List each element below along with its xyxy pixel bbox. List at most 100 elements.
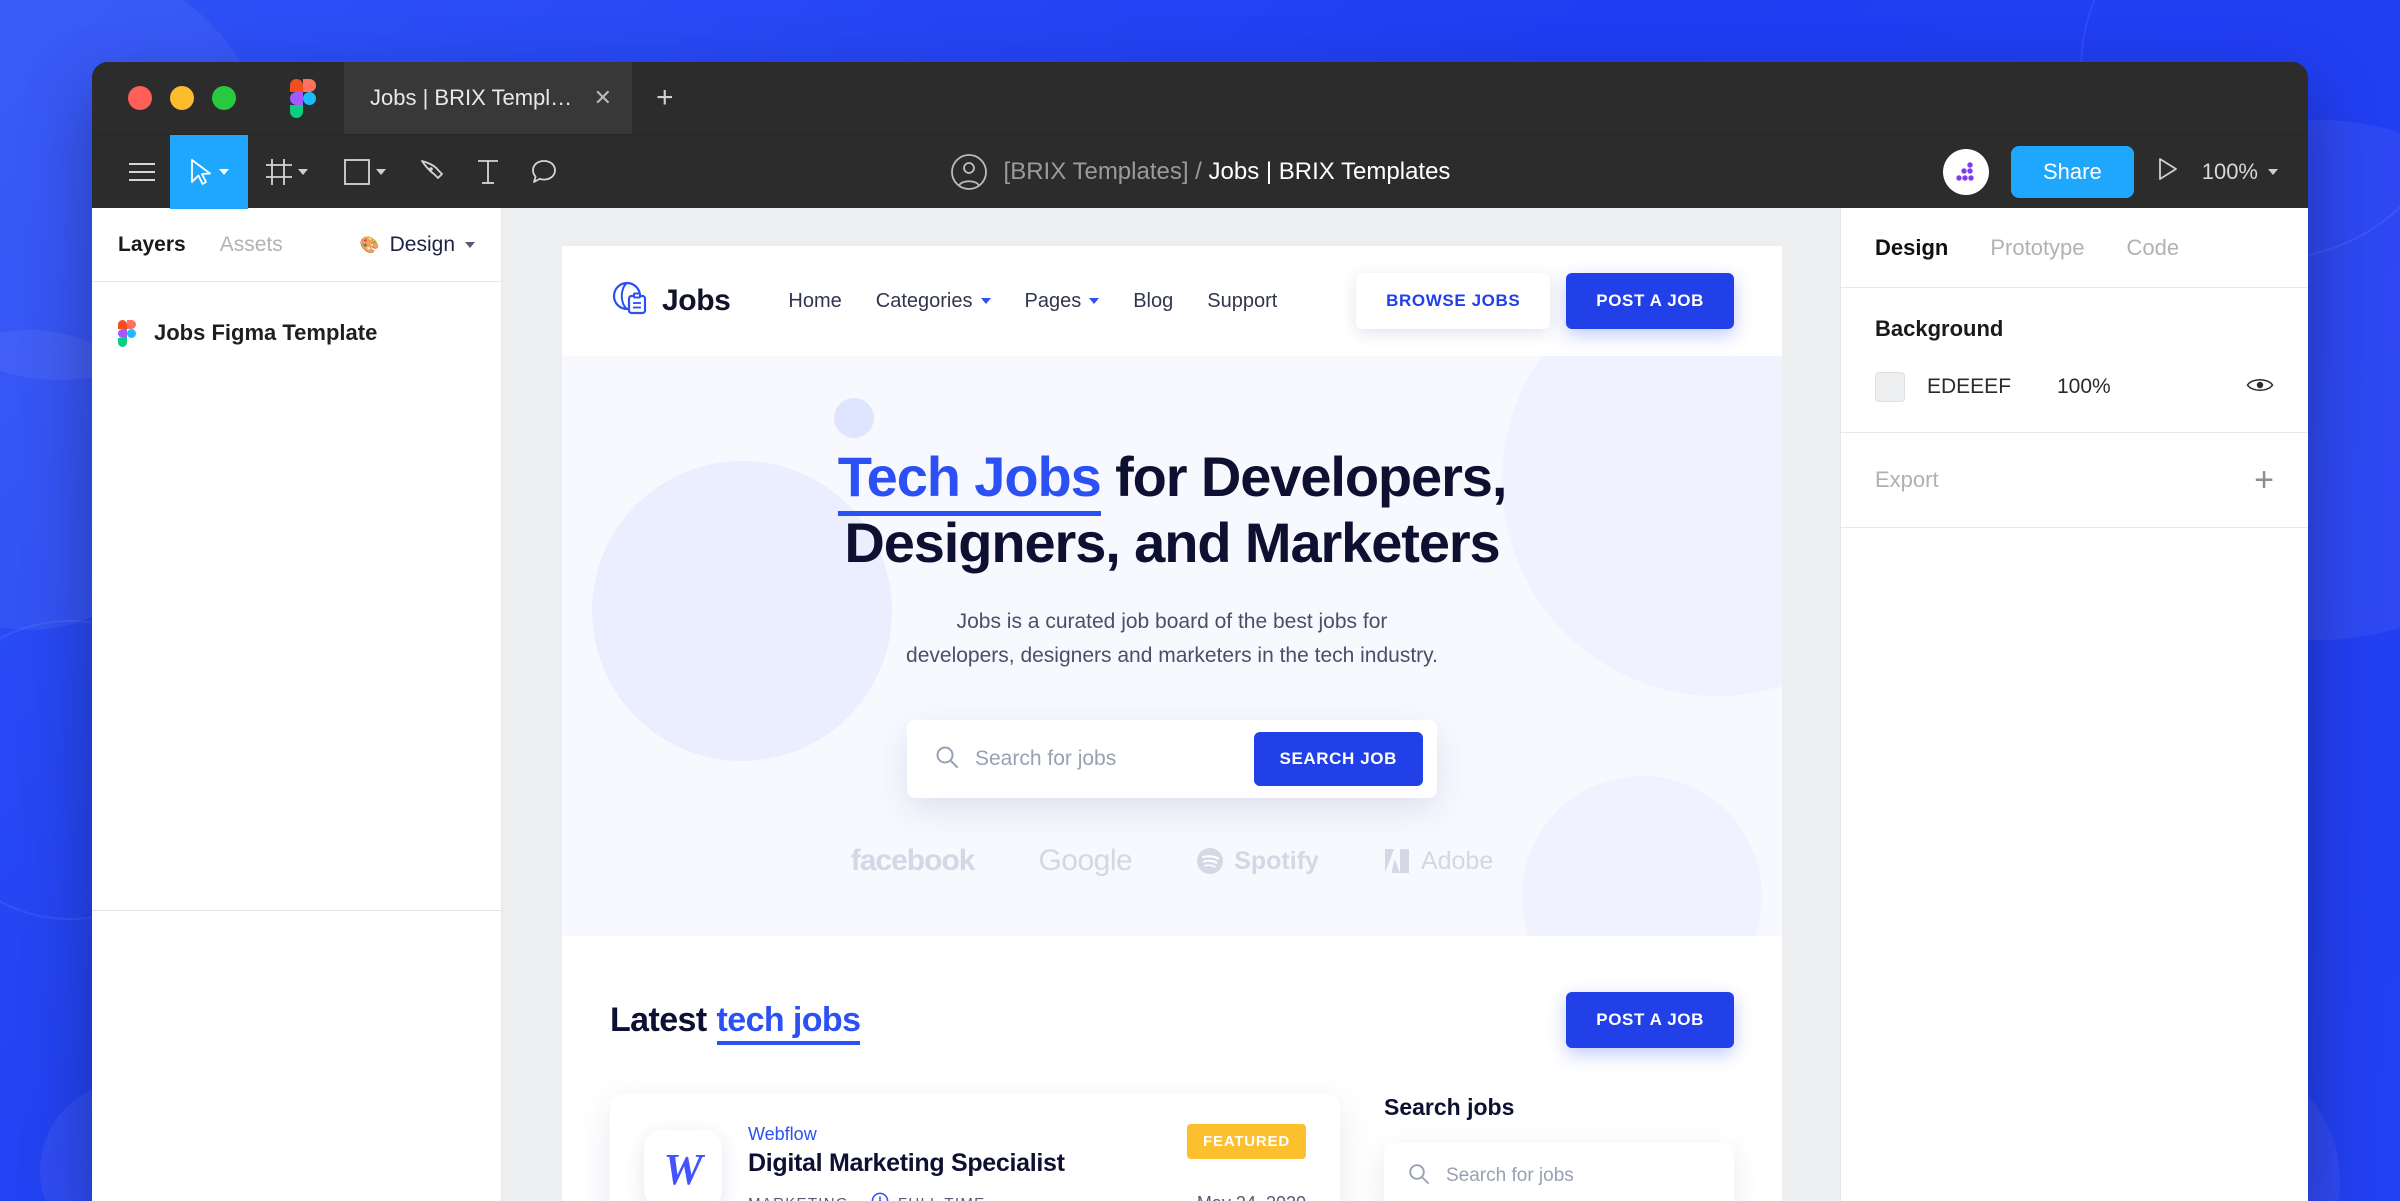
background-color-row: EDEEEF 100% — [1875, 372, 2274, 402]
palette-icon: 🎨 — [359, 236, 380, 254]
job-type-label: FULL TIME — [898, 1195, 986, 1201]
hero-heading: Tech Jobs for Developers, Designers, and … — [562, 444, 1782, 575]
text-tool-button[interactable] — [460, 135, 516, 209]
chevron-down-icon[interactable] — [219, 168, 229, 175]
tab-design[interactable]: Design — [1875, 235, 1948, 261]
add-export-icon[interactable]: + — [2254, 463, 2274, 497]
present-button[interactable] — [2156, 156, 2180, 187]
new-tab-icon[interactable]: + — [656, 83, 674, 113]
pen-tool-button[interactable] — [404, 135, 460, 209]
tab-layers[interactable]: Layers — [118, 233, 186, 257]
brand-logos: facebook Google Spotify Adobe — [562, 844, 1782, 878]
background-section: Background EDEEEF 100% — [1841, 288, 2308, 433]
spotify-logo: Spotify — [1196, 847, 1319, 876]
status-badge-featured: FEATURED — [1187, 1124, 1306, 1160]
search-icon — [935, 745, 959, 774]
job-title[interactable]: Digital Marketing Specialist — [748, 1149, 1161, 1178]
background-hex-value[interactable]: EDEEEF — [1927, 375, 2057, 399]
color-swatch[interactable] — [1875, 372, 1905, 402]
job-type: FULL TIME — [871, 1192, 986, 1201]
breadcrumb: [BRIX Templates] / Jobs | BRIX Templates — [1004, 158, 1451, 186]
sidebar-title: Search jobs — [1384, 1094, 1515, 1121]
nav-link-pages[interactable]: Pages — [1025, 290, 1100, 313]
minimize-window-button[interactable] — [170, 86, 194, 110]
browser-tab[interactable]: Jobs | BRIX Templates ✕ — [344, 62, 632, 134]
hero-content: Tech Jobs for Developers, Designers, and … — [562, 444, 1782, 878]
export-section: Export + — [1841, 433, 2308, 528]
spotify-icon — [1197, 848, 1224, 875]
text-icon — [476, 159, 500, 185]
adobe-label: Adobe — [1420, 846, 1494, 875]
visibility-toggle[interactable] — [2246, 375, 2274, 400]
job-company-name[interactable]: Webflow — [748, 1124, 1161, 1145]
rectangle-icon — [344, 158, 370, 185]
browse-jobs-button[interactable]: BROWSE JOBS — [1356, 273, 1551, 329]
background-section-title: Background — [1875, 316, 2004, 341]
tab-assets[interactable]: Assets — [220, 233, 283, 257]
export-section-title: Export — [1875, 467, 1939, 492]
tab-code[interactable]: Code — [2127, 235, 2180, 261]
collaborator-avatar[interactable] — [1943, 148, 1989, 195]
figma-logo-icon — [290, 79, 316, 118]
frame-tool-button[interactable] — [248, 135, 326, 209]
chevron-down-icon[interactable] — [2268, 168, 2278, 175]
hamburger-menu-button[interactable] — [114, 135, 170, 209]
nav-link-blog[interactable]: Blog — [1133, 290, 1173, 313]
artboard-jobs-template[interactable]: Jobs Home Categories Pages Blog Support … — [562, 246, 1782, 1201]
nav-link-home[interactable]: Home — [788, 290, 841, 313]
window-controls — [92, 86, 236, 110]
close-window-button[interactable] — [128, 86, 152, 110]
sidebar-search-input[interactable] — [1446, 1165, 1710, 1188]
move-tool-button[interactable] — [170, 134, 248, 209]
comment-tool-button[interactable] — [516, 135, 572, 209]
site-brand[interactable]: Jobs — [610, 279, 731, 324]
design-selector[interactable]: 🎨 Design — [360, 233, 475, 257]
spotify-label: Spotify — [1234, 846, 1319, 875]
job-post-date: May 24, 2020 — [1197, 1193, 1306, 1201]
pen-icon — [418, 158, 446, 186]
shape-tool-button[interactable] — [326, 135, 404, 209]
hero-heading-highlight: Tech Jobs — [837, 445, 1102, 516]
job-card[interactable]: W Webflow Digital Marketing Specialist M… — [610, 1094, 1340, 1201]
search-job-button[interactable]: SEARCH JOB — [1253, 732, 1423, 787]
zoom-control[interactable]: 100% — [2202, 159, 2278, 185]
adobe-logo: Adobe — [1383, 847, 1493, 876]
sidebar-search-bar[interactable] — [1384, 1143, 1734, 1201]
nav-link-label: Categories — [875, 289, 973, 312]
nav-link-label: Pages — [1024, 289, 1082, 312]
google-logo: Google — [1038, 844, 1133, 878]
breadcrumb-file: Jobs | BRIX Templates — [1208, 157, 1451, 185]
zoom-level-label: 100% — [2201, 158, 2258, 184]
background-opacity-value[interactable]: 100% — [2057, 375, 2111, 399]
close-tab-icon[interactable]: ✕ — [594, 87, 612, 109]
comment-bubble-icon — [531, 159, 557, 185]
hero-section: Tech Jobs for Developers, Designers, and … — [562, 356, 1782, 937]
layers-panel: Layers Assets 🎨 Design Jobs Figma Templa… — [92, 208, 502, 1201]
maximize-window-button[interactable] — [212, 86, 236, 110]
post-a-job-button-secondary[interactable]: POST A JOB — [1566, 992, 1734, 1049]
layer-item[interactable]: Jobs Figma Template — [92, 310, 501, 356]
hero-subtitle-line1: Jobs is a curated job board of the best … — [956, 610, 1388, 634]
post-a-job-button[interactable]: POST A JOB — [1566, 273, 1734, 329]
hero-search-input[interactable] — [975, 747, 1254, 772]
nav-link-categories[interactable]: Categories — [876, 290, 991, 313]
present-play-icon — [2156, 156, 2180, 187]
facebook-logo: facebook — [850, 844, 976, 878]
chevron-down-icon[interactable] — [376, 168, 386, 175]
job-card-right: FEATURED May 24, 2020 — [1187, 1124, 1306, 1201]
tab-prototype[interactable]: Prototype — [1990, 235, 2084, 261]
hero-search-bar[interactable]: SEARCH JOB — [907, 720, 1437, 799]
chevron-down-icon — [980, 298, 991, 304]
clock-icon — [871, 1192, 889, 1201]
hero-subtitle-line2: developers, designers and marketers in t… — [906, 643, 1438, 667]
breadcrumb-team: [BRIX Templates] / — [1003, 157, 1202, 185]
hero-decoration-circle — [834, 398, 874, 438]
tab-title: Jobs | BRIX Templates — [370, 85, 580, 110]
nav-link-support[interactable]: Support — [1207, 290, 1277, 313]
toolbar-right-group: Share 100% — [1943, 145, 2308, 198]
share-button[interactable]: Share — [2011, 145, 2134, 198]
chevron-down-icon[interactable] — [465, 241, 475, 248]
chevron-down-icon[interactable] — [298, 168, 308, 175]
frame-icon — [266, 158, 292, 185]
figma-canvas[interactable]: Jobs Home Categories Pages Blog Support … — [502, 208, 1840, 1201]
